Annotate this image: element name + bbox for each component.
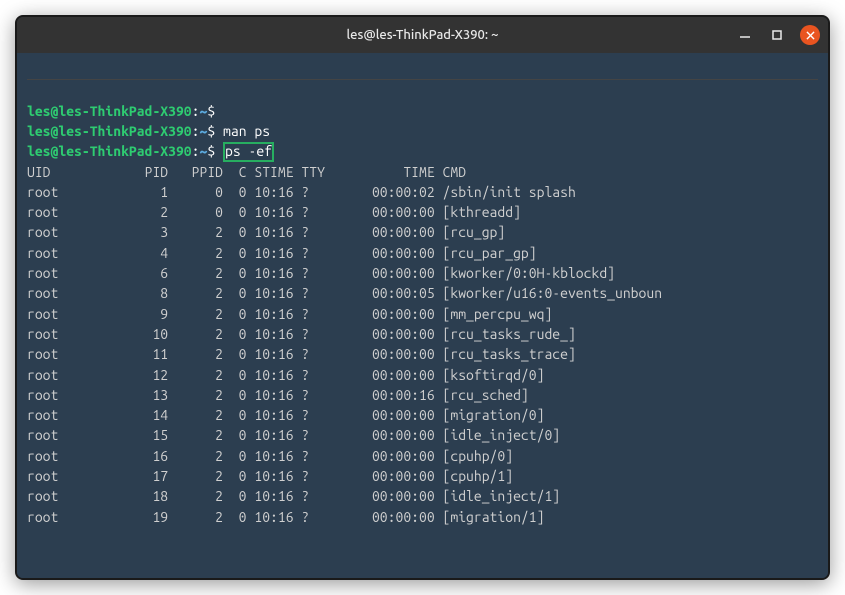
minimize-button[interactable] <box>736 26 754 44</box>
terminal-window: les@les-ThinkPad-X390: ~ les@les-ThinkPa… <box>15 15 830 580</box>
command-manps: man ps <box>223 123 270 139</box>
terminal-body[interactable]: les@les-ThinkPad-X390:~$ les@les-ThinkPa… <box>17 53 828 578</box>
close-icon <box>806 31 815 40</box>
prompt-line-1: les@les-ThinkPad-X390:~$ <box>27 103 223 119</box>
prompt-dollar: $ <box>207 143 215 159</box>
prompt-user: les@les-ThinkPad-X390 <box>27 143 192 159</box>
titlebar[interactable]: les@les-ThinkPad-X390: ~ <box>17 17 828 53</box>
ps-rows-container: root 1 0 0 10:16 ? 00:00:02 /sbin/init s… <box>27 182 818 527</box>
divider <box>27 79 818 80</box>
maximize-icon <box>771 29 783 41</box>
window-title: les@les-ThinkPad-X390: ~ <box>347 28 499 42</box>
ps-output: root 1 0 0 10:16 ? 00:00:02 /sbin/init s… <box>27 184 662 525</box>
ps-header-row: UID PID PPID C STIME TTY TIME CMD <box>27 164 466 180</box>
prompt-line-3: les@les-ThinkPad-X390:~$ ps -ef <box>27 143 274 159</box>
window-controls <box>736 25 820 45</box>
prompt-line-2: les@les-ThinkPad-X390:~$ man ps <box>27 123 270 139</box>
minimize-icon <box>739 29 751 41</box>
prompt-user: les@les-ThinkPad-X390 <box>27 103 192 119</box>
prompt-dollar: $ <box>207 103 215 119</box>
command-psef-highlighted: ps -ef <box>223 142 274 161</box>
close-button[interactable] <box>800 25 820 45</box>
prompt-user: les@les-ThinkPad-X390 <box>27 123 192 139</box>
maximize-button[interactable] <box>768 26 786 44</box>
prompt-dollar: $ <box>207 123 215 139</box>
